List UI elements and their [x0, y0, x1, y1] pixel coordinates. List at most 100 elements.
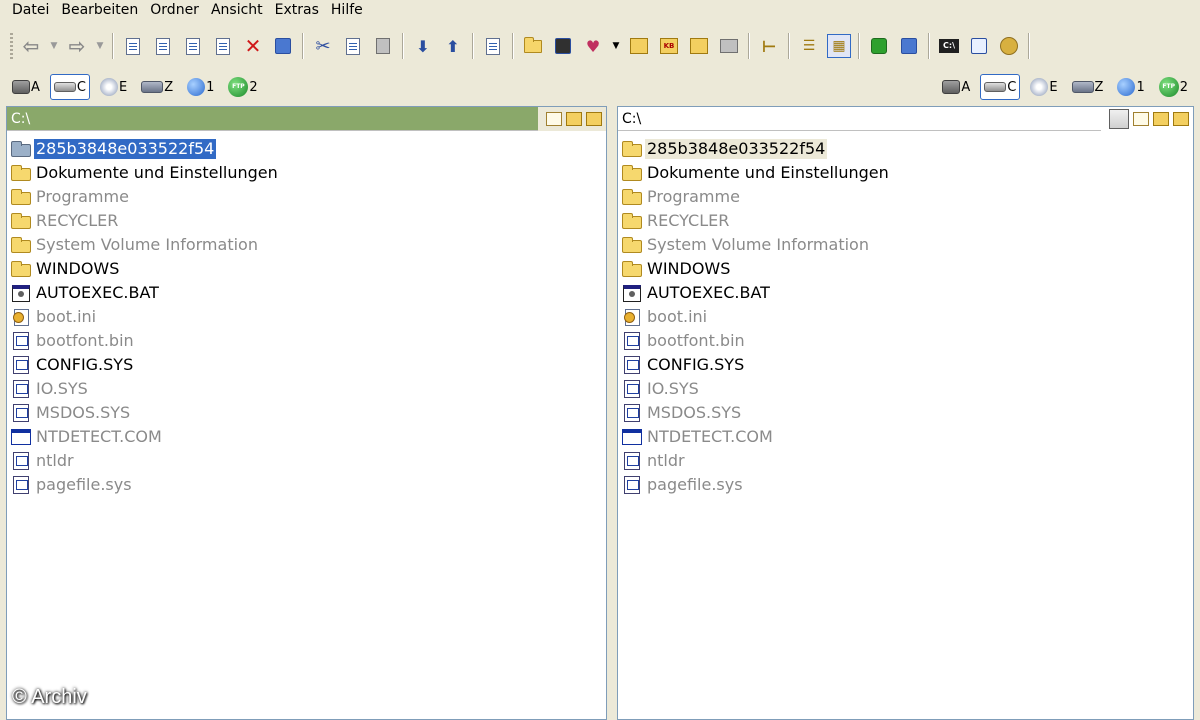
- menu-datei[interactable]: Datei: [6, 2, 55, 18]
- drive-label: A: [961, 79, 971, 95]
- file-row[interactable]: bootfont.bin: [618, 329, 1193, 353]
- forward-arrow-icon[interactable]: ⇨: [65, 34, 89, 58]
- binoculars-icon[interactable]: [271, 34, 295, 58]
- find-icon[interactable]: [551, 34, 575, 58]
- drive-2-button[interactable]: FTP 2: [224, 74, 261, 100]
- toolbar-grip[interactable]: [10, 33, 13, 59]
- folder-icon: [621, 260, 643, 278]
- back-dropdown-icon[interactable]: ▼: [49, 34, 59, 58]
- menu-ordner[interactable]: Ordner: [144, 2, 205, 18]
- folder-root-icon[interactable]: [586, 111, 602, 126]
- folder-up-icon[interactable]: [566, 111, 582, 126]
- tools-icon[interactable]: [997, 34, 1021, 58]
- toolbar-separator: [788, 33, 790, 59]
- file-row[interactable]: Dokumente und Einstellungen: [7, 161, 606, 185]
- right-path-bar[interactable]: C:\: [618, 106, 1193, 131]
- file-row[interactable]: NTDETECT.COM: [618, 425, 1193, 449]
- folder-root-icon[interactable]: [1173, 111, 1189, 126]
- delete-icon[interactable]: ✕: [241, 34, 265, 58]
- system-file-icon-shape: [13, 476, 29, 494]
- file-row[interactable]: WINDOWS: [618, 257, 1193, 281]
- details-view-icon[interactable]: ▦: [827, 34, 851, 58]
- checklist-icon[interactable]: [967, 34, 991, 58]
- list-view-icon[interactable]: ☰: [797, 34, 821, 58]
- window-icon[interactable]: [897, 34, 921, 58]
- file-name: 285b3848e033522f54: [34, 139, 217, 159]
- file-row[interactable]: CONFIG.SYS: [618, 353, 1193, 377]
- file-row[interactable]: RECYCLER: [618, 209, 1193, 233]
- cut-icon[interactable]: ✂: [311, 34, 335, 58]
- menu-extras[interactable]: Extras: [269, 2, 325, 18]
- folder-info-icon[interactable]: [687, 34, 711, 58]
- file-row[interactable]: pagefile.sys: [618, 473, 1193, 497]
- paste-icon[interactable]: [371, 34, 395, 58]
- search-icon[interactable]: [121, 34, 145, 58]
- file-row[interactable]: MSDOS.SYS: [618, 401, 1193, 425]
- drive-1-button[interactable]: 1: [1113, 74, 1148, 100]
- file-row[interactable]: Programme: [618, 185, 1193, 209]
- console-icon[interactable]: C:\: [937, 34, 961, 58]
- drive-z-button[interactable]: Z: [1068, 74, 1108, 100]
- file-row[interactable]: Programme: [7, 185, 606, 209]
- menu-ansicht[interactable]: Ansicht: [205, 2, 269, 18]
- highlight-dropdown-icon[interactable]: ▼: [611, 34, 621, 58]
- file-row[interactable]: pagefile.sys: [7, 473, 606, 497]
- new-folder-icon[interactable]: [521, 34, 545, 58]
- highlight-icon[interactable]: ♥: [581, 34, 605, 58]
- new-file-icon[interactable]: [546, 111, 562, 126]
- special-folder-icon[interactable]: [627, 34, 651, 58]
- drive-icon[interactable]: [717, 34, 741, 58]
- file-row[interactable]: 285b3848e033522f54: [618, 137, 1193, 161]
- file-row[interactable]: NTDETECT.COM: [7, 425, 606, 449]
- back-arrow-icon[interactable]: ⇦: [19, 34, 43, 58]
- folder-up-icon[interactable]: [1153, 111, 1169, 126]
- left-path-bar[interactable]: C:\: [7, 106, 606, 131]
- forward-dropdown-icon[interactable]: ▼: [95, 34, 105, 58]
- edit-icon[interactable]: [151, 34, 175, 58]
- upload-icon[interactable]: ⬇: [411, 34, 435, 58]
- drive-label: 1: [1136, 79, 1145, 95]
- file-row[interactable]: System Volume Information: [618, 233, 1193, 257]
- drive-2-button[interactable]: FTP 2: [1155, 74, 1192, 100]
- file-row[interactable]: IO.SYS: [7, 377, 606, 401]
- refresh-icon[interactable]: [867, 34, 891, 58]
- file-row[interactable]: AUTOEXEC.BAT: [618, 281, 1193, 305]
- compare-folders-icon[interactable]: [1109, 108, 1129, 129]
- new-file-icon[interactable]: [1133, 111, 1149, 126]
- file-row[interactable]: 285b3848e033522f54: [7, 137, 606, 161]
- file-row[interactable]: boot.ini: [7, 305, 606, 329]
- drive-1-button[interactable]: 1: [183, 74, 218, 100]
- copy-icon[interactable]: [341, 34, 365, 58]
- file-row[interactable]: IO.SYS: [618, 377, 1193, 401]
- drive-c-button[interactable]: C: [49, 74, 90, 100]
- move-file-icon[interactable]: [211, 34, 235, 58]
- file-row[interactable]: WINDOWS: [7, 257, 606, 281]
- compare-icon[interactable]: [481, 34, 505, 58]
- drive-a-button[interactable]: A: [8, 74, 44, 100]
- file-row[interactable]: RECYCLER: [7, 209, 606, 233]
- drive-z-button[interactable]: Z: [137, 74, 177, 100]
- file-row[interactable]: ntldr: [618, 449, 1193, 473]
- file-name: boot.ini: [647, 307, 708, 326]
- file-row[interactable]: CONFIG.SYS: [7, 353, 606, 377]
- left-file-list: 285b3848e033522f54 Dokumente und Einstell…: [7, 137, 606, 497]
- file-row[interactable]: Dokumente und Einstellungen: [618, 161, 1193, 185]
- cd-drive-icon: [99, 78, 118, 96]
- menu-bearbeiten[interactable]: Bearbeiten: [55, 2, 144, 18]
- drive-a-button[interactable]: A: [938, 74, 974, 100]
- download-icon[interactable]: ⬆: [441, 34, 465, 58]
- file-row[interactable]: AUTOEXEC.BAT: [7, 281, 606, 305]
- file-row[interactable]: boot.ini: [618, 305, 1193, 329]
- menu-hilfe[interactable]: Hilfe: [325, 2, 369, 18]
- kb-icon[interactable]: KB: [657, 34, 681, 58]
- copy-file-icon[interactable]: [181, 34, 205, 58]
- file-row[interactable]: bootfont.bin: [7, 329, 606, 353]
- drive-e-button[interactable]: E: [96, 74, 131, 100]
- drive-c-button[interactable]: C: [980, 74, 1021, 100]
- file-row[interactable]: MSDOS.SYS: [7, 401, 606, 425]
- drive-e-button[interactable]: E: [1026, 74, 1061, 100]
- file-row[interactable]: ntldr: [7, 449, 606, 473]
- tree-icon[interactable]: ⊢: [757, 34, 781, 58]
- panel-splitter[interactable]: [607, 106, 617, 720]
- file-row[interactable]: System Volume Information: [7, 233, 606, 257]
